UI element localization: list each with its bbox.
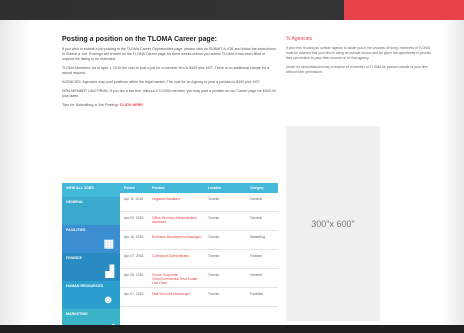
column-header: Category	[250, 186, 264, 190]
agencies-paragraph: AGENCIES: Agencies may post positions wi…	[62, 80, 261, 84]
job-date: Apr 07, 2018	[124, 254, 144, 258]
job-position-link[interactable]: Office Services Administrative Assistant	[148, 216, 204, 224]
people-icon: ☻	[102, 294, 114, 306]
tips-link[interactable]: CLICK HERE	[120, 103, 143, 107]
job-position-link[interactable]: Collections Administrator	[148, 254, 204, 258]
category-menu: VIEW ALL JOBS GENERAL FACILITIES ▦ FINAN…	[62, 183, 120, 333]
column-header: Position	[152, 186, 165, 190]
page-title: Posting a position on the TLOMA Career p…	[62, 36, 217, 43]
table-row[interactable]: Apr 07, 2018 Collections Administrator T…	[120, 250, 278, 269]
category-view-all[interactable]: VIEW ALL JOBS	[62, 183, 120, 197]
building-icon: ▦	[103, 238, 114, 250]
header-accent-strip	[344, 0, 464, 20]
table-header: Posted Position Location Category	[120, 183, 278, 193]
job-position-link[interactable]: Mail Services Messenger	[148, 292, 204, 296]
job-category: General	[250, 273, 263, 277]
job-date: Apr 10, 2018	[124, 235, 144, 239]
job-category: General	[250, 216, 263, 220]
category-facilities[interactable]: FACILITIES ▦	[62, 225, 120, 253]
job-location: Toronto	[208, 254, 220, 258]
column-header: Posted	[124, 186, 135, 190]
job-location: Toronto	[208, 216, 220, 220]
intro-paragraph: If you wish to submit a job posting to t…	[62, 47, 276, 61]
table-row[interactable]: Apr 09, 2018 Office Services Administrat…	[120, 212, 278, 231]
main-content: Posting a position on the TLOMA Career p…	[62, 36, 278, 333]
job-position-link[interactable]: Senior Corporate Clerk/Commercial Real E…	[148, 273, 204, 285]
job-date: Apr 05, 2018	[124, 273, 144, 277]
job-location: Toronto	[208, 273, 220, 277]
bottom-bar	[0, 325, 464, 333]
job-category: General	[250, 197, 263, 201]
job-position-link[interactable]: Business Development Manager	[148, 235, 204, 239]
sidebar-title: % Agencies	[286, 36, 313, 42]
column-header: Location	[208, 186, 222, 190]
left-page-shadow	[0, 20, 30, 333]
job-date: Apr 07, 2018	[124, 292, 144, 296]
category-label: HUMAN RESOURCES	[66, 284, 104, 288]
ad-size-label: 300"x 600"	[311, 218, 355, 229]
job-board: VIEW ALL JOBS GENERAL FACILITIES ▦ FINAN…	[62, 183, 278, 333]
members-paragraph: TLOMA Members: As of April 1, 2016 the c…	[62, 66, 270, 75]
category-label: FACILITIES	[66, 228, 86, 232]
job-location: Toronto	[208, 235, 220, 239]
tips-line: Tips for Submitting a Job Posting: CLICK…	[62, 103, 278, 107]
category-label: FINANCE	[66, 256, 82, 260]
job-category: Facilities	[250, 292, 264, 296]
right-page-shadow	[442, 20, 464, 333]
job-category: Marketing	[250, 235, 265, 239]
job-location: Toronto	[208, 197, 220, 201]
category-general[interactable]: GENERAL	[62, 197, 120, 225]
job-date: Apr 09, 2018	[124, 216, 144, 220]
job-location: Toronto	[208, 292, 220, 296]
jobs-table: Posted Position Location Category Apr 11…	[120, 183, 278, 325]
table-row[interactable]: Apr 11, 2018 Litigation Assistant Toront…	[120, 193, 278, 212]
ad-placeholder[interactable]: 300"x 600"	[286, 126, 380, 321]
bar-chart-icon: ▟	[105, 266, 114, 278]
category-label: VIEW ALL JOBS	[66, 186, 94, 190]
table-row[interactable]: Apr 07, 2018 Mail Services Messenger Tor…	[120, 288, 278, 307]
job-position-link[interactable]: Litigation Assistant	[148, 197, 204, 201]
category-label: MARKETING	[66, 312, 88, 316]
category-finance[interactable]: FINANCE ▟	[62, 253, 120, 281]
category-label: GENERAL	[66, 200, 84, 204]
top-header-bar	[0, 0, 464, 20]
sidebar-paragraph: Under no circumstances may a resume of a…	[286, 65, 428, 75]
non-member-paragraph: NON-MEMBER LAW FIRMS: If you are a law f…	[62, 89, 276, 98]
category-human-resources[interactable]: HUMAN RESOURCES ☻	[62, 281, 120, 309]
sidebar: % Agencies If your firm is using an outs…	[286, 36, 436, 325]
table-row[interactable]: Apr 05, 2018 Senior Corporate Clerk/Comm…	[120, 269, 278, 288]
tips-label: Tips for Submitting a Job Posting:	[62, 103, 119, 107]
table-row[interactable]: Apr 10, 2018 Business Development Manage…	[120, 231, 278, 250]
sidebar-paragraph: If your firm is using an outside agency …	[286, 46, 432, 60]
job-category: Finance	[250, 254, 263, 258]
job-date: Apr 11, 2018	[124, 197, 144, 201]
